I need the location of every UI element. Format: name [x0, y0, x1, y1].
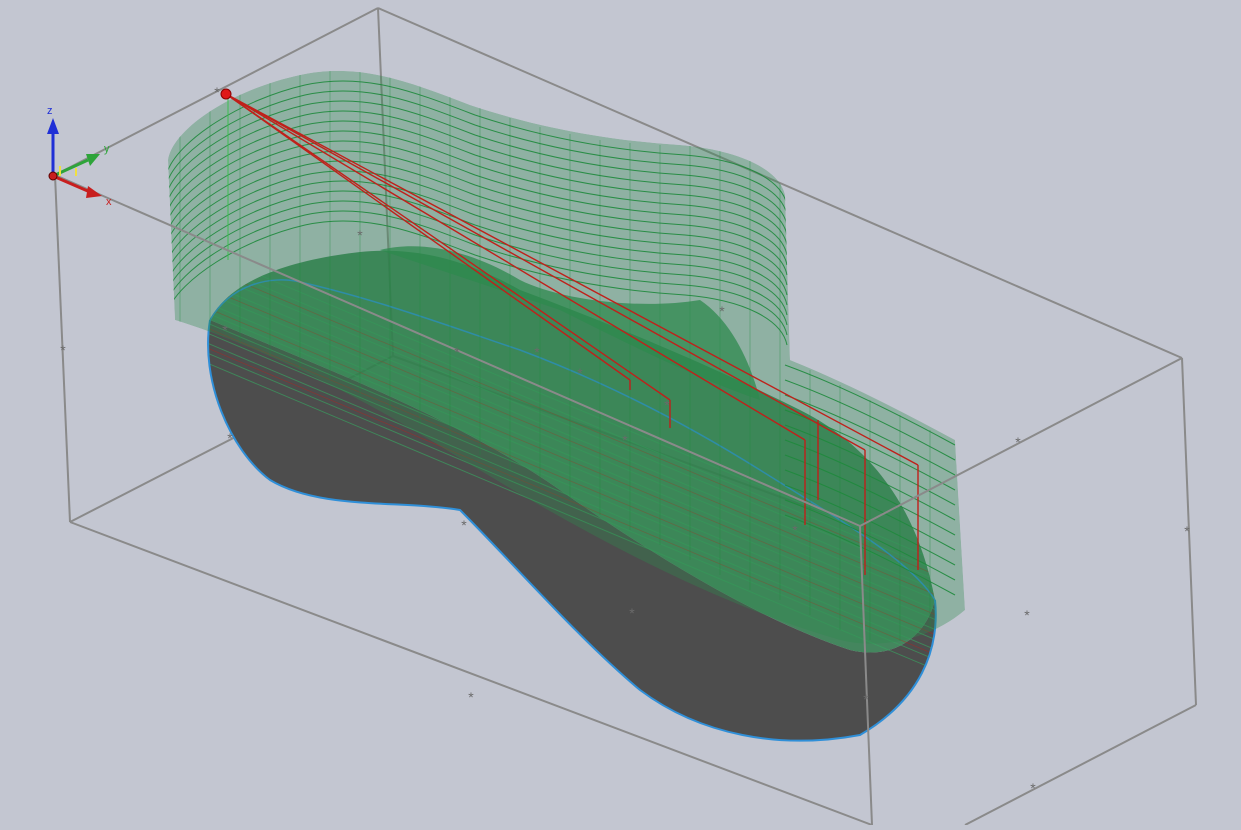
svg-text:*: * [577, 365, 583, 381]
svg-text:*: * [1184, 523, 1190, 539]
svg-text:*: * [468, 689, 474, 705]
start-point-icon[interactable] [220, 88, 232, 100]
svg-text:*: * [792, 522, 798, 538]
svg-text:*: * [454, 344, 460, 360]
triad-y-label: y [104, 143, 110, 155]
svg-text:*: * [664, 397, 670, 413]
svg-text:*: * [534, 344, 540, 360]
svg-text:*: * [214, 84, 220, 100]
svg-text:*: * [461, 517, 467, 533]
svg-text:*: * [1015, 434, 1021, 450]
svg-text:*: * [629, 605, 635, 621]
graphics-viewport[interactable]: * * * * * * * * * * * * * * * * * * * * … [0, 0, 1241, 826]
svg-text:*: * [1024, 607, 1030, 623]
triad-x-label: x [106, 196, 112, 208]
triad-z-label: z [47, 105, 53, 117]
svg-text:*: * [227, 430, 233, 446]
triad-origin-icon [48, 171, 58, 181]
svg-text:*: * [622, 432, 628, 448]
svg-text:*: * [719, 303, 725, 319]
svg-text:*: * [1030, 780, 1036, 796]
svg-text:*: * [222, 322, 228, 338]
svg-text:*: * [357, 227, 363, 243]
svg-text:*: * [863, 691, 869, 707]
svg-text:*: * [60, 342, 66, 358]
